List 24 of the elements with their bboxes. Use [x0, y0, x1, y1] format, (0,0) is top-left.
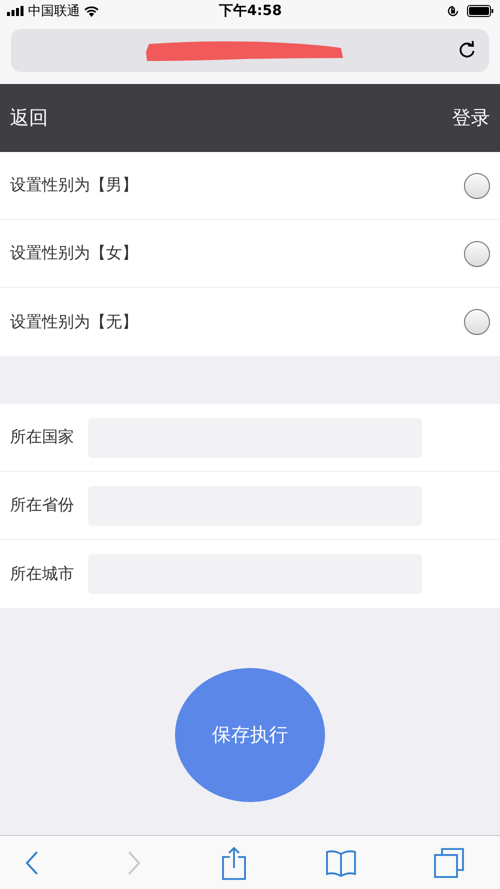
share-icon[interactable]	[221, 846, 247, 880]
book-icon[interactable]	[324, 848, 356, 876]
login-link[interactable]: 登录	[452, 105, 490, 131]
radio-button[interactable]	[464, 309, 490, 335]
rotation-lock-icon	[446, 5, 459, 17]
option-label: 设置性别为【无】	[10, 312, 138, 332]
option-row[interactable]: 设置性别为【男】	[0, 152, 500, 220]
reload-icon[interactable]	[457, 40, 477, 60]
battery-icon	[466, 5, 494, 17]
back-link[interactable]: 返回	[10, 105, 48, 131]
wifi-icon	[84, 6, 99, 16]
carrier-name: 中国联通	[28, 3, 80, 20]
option-row[interactable]: 设置性别为【无】	[0, 288, 500, 356]
signal-icon	[7, 6, 24, 16]
field-label: 所在国家	[10, 427, 74, 448]
field-label: 所在城市	[10, 564, 74, 584]
field-label: 所在省份	[10, 495, 74, 516]
status-time: 下午4:58	[219, 2, 282, 20]
radio-button[interactable]	[464, 240, 490, 266]
tabs-icon[interactable]	[434, 848, 464, 878]
radio-button[interactable]	[464, 172, 490, 198]
option-label: 设置性别为【女】	[10, 243, 138, 264]
option-row[interactable]: 设置性别为【女】	[0, 220, 500, 288]
option-label: 设置性别为【男】	[10, 175, 138, 196]
